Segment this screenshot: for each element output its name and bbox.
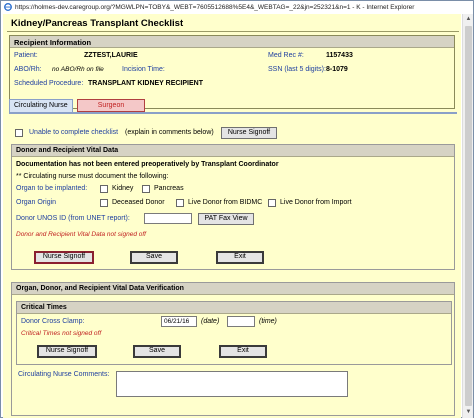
cross-clamp-time-input[interactable] xyxy=(227,316,255,327)
comments-label: Circulating Nurse Comments: xyxy=(18,371,110,378)
incision-label: Incision Time: xyxy=(122,66,165,73)
cross-clamp-label: Donor Cross Clamp: xyxy=(21,318,85,325)
donor-vitals-warning: Documentation has not been entered preop… xyxy=(16,161,279,168)
kidney-label: Kidney xyxy=(112,185,134,192)
ssn-label: SSN (last 5 digits): xyxy=(268,66,326,73)
verification-header: Organ, Donor, and Recipient Vital Data V… xyxy=(12,283,454,295)
window-titlebar: https://holmes-dev.caregroup.org/?MGWLPN… xyxy=(1,1,473,13)
title-divider xyxy=(7,31,459,32)
patient-value: ZZTEST,LAURIE xyxy=(84,52,138,59)
procedure-value: TRANSPLANT KIDNEY RECIPIENT xyxy=(88,80,203,87)
patient-label: Patient: xyxy=(14,52,38,59)
ssn-value: 8-1079 xyxy=(326,66,348,73)
unos-input[interactable] xyxy=(144,213,192,224)
live-import-checkbox[interactable] xyxy=(268,199,276,207)
scroll-thumb[interactable] xyxy=(465,26,472,406)
recipient-info-header: Recipient Information xyxy=(10,36,454,48)
unable-note: (explain in comments below) xyxy=(125,129,214,136)
unable-checkbox[interactable] xyxy=(15,129,23,137)
live-bidmc-label: Live Donor from BIDMC xyxy=(188,199,263,206)
donor-vitals-instruction: ** Circulating nurse must document the f… xyxy=(16,173,169,180)
page-title: Kidney/Pancreas Transplant Checklist xyxy=(11,18,184,29)
deceased-checkbox[interactable] xyxy=(100,199,108,207)
donor-save-button[interactable]: Save xyxy=(130,251,178,264)
unable-label: Unable to complete checklist xyxy=(29,129,119,136)
window-url: https://holmes-dev.caregroup.org/?MGWLPN… xyxy=(15,3,415,11)
deceased-label: Deceased Donor xyxy=(112,199,165,206)
pancreas-label: Pancreas xyxy=(154,185,184,192)
procedure-label: Scheduled Procedure: xyxy=(14,80,84,87)
kidney-checkbox[interactable] xyxy=(100,185,108,193)
date-hint: (date) xyxy=(201,318,220,325)
cross-clamp-date-input[interactable]: 06/21/16 xyxy=(161,316,197,327)
internet-explorer-icon xyxy=(4,3,12,11)
origin-label: Organ Origin xyxy=(16,199,57,206)
tab-surgeon[interactable]: Surgeon xyxy=(77,99,145,112)
critical-nurse-signoff-button[interactable]: Nurse Signoff xyxy=(37,345,97,358)
donor-vitals-header: Donor and Recipient Vital Data xyxy=(12,145,454,157)
critical-save-button[interactable]: Save xyxy=(133,345,181,358)
comments-textarea[interactable] xyxy=(116,371,348,397)
live-import-label: Live Donor from Import xyxy=(280,199,352,206)
donor-nurse-signoff-button[interactable]: Nurse Signoff xyxy=(34,251,94,264)
pat-fax-button[interactable]: PAT Fax View xyxy=(198,213,254,225)
scroll-up-icon[interactable]: ▲ xyxy=(464,15,473,24)
abo-value: no ABO/Rh on file xyxy=(52,66,104,73)
donor-exit-button[interactable]: Exit xyxy=(216,251,264,264)
critical-times-header: Critical Times xyxy=(17,302,451,314)
medrec-label: Med Rec #: xyxy=(268,52,304,59)
recipient-info-panel: Recipient Information Patient: ZZTEST,LA… xyxy=(9,35,455,109)
scroll-down-icon[interactable]: ▼ xyxy=(464,408,473,417)
critical-times-section: Critical Times Donor Cross Clamp: 06/21/… xyxy=(16,301,452,365)
page-content: Kidney/Pancreas Transplant Checklist Rec… xyxy=(3,14,461,418)
time-hint: (time) xyxy=(259,318,277,325)
circulating-nurse-panel: Unable to complete checklist (explain in… xyxy=(9,112,457,418)
donor-vitals-section: Donor and Recipient Vital Data Documenta… xyxy=(11,144,455,270)
organ-label: Organ to be implanted: xyxy=(16,185,88,192)
browser-window: https://holmes-dev.caregroup.org/?MGWLPN… xyxy=(0,0,474,418)
pancreas-checkbox[interactable] xyxy=(142,185,150,193)
donor-vitals-status: Donor and Recipient Vital Data not signe… xyxy=(16,231,146,238)
medrec-value: 1157433 xyxy=(326,52,353,59)
critical-exit-button[interactable]: Exit xyxy=(219,345,267,358)
verification-section: Organ, Donor, and Recipient Vital Data V… xyxy=(11,282,455,416)
critical-times-status: Critical Times not signed off xyxy=(21,330,102,337)
live-bidmc-checkbox[interactable] xyxy=(176,199,184,207)
abo-label: ABO/Rh: xyxy=(14,66,42,73)
tab-circulating-nurse[interactable]: Circulating Nurse xyxy=(9,99,73,112)
unos-label: Donor UNOS ID (from UNET report): xyxy=(16,215,130,222)
nurse-signoff-button-top[interactable]: Nurse Signoff xyxy=(221,127,277,139)
vertical-scrollbar[interactable]: ▲ ▼ xyxy=(462,14,473,418)
